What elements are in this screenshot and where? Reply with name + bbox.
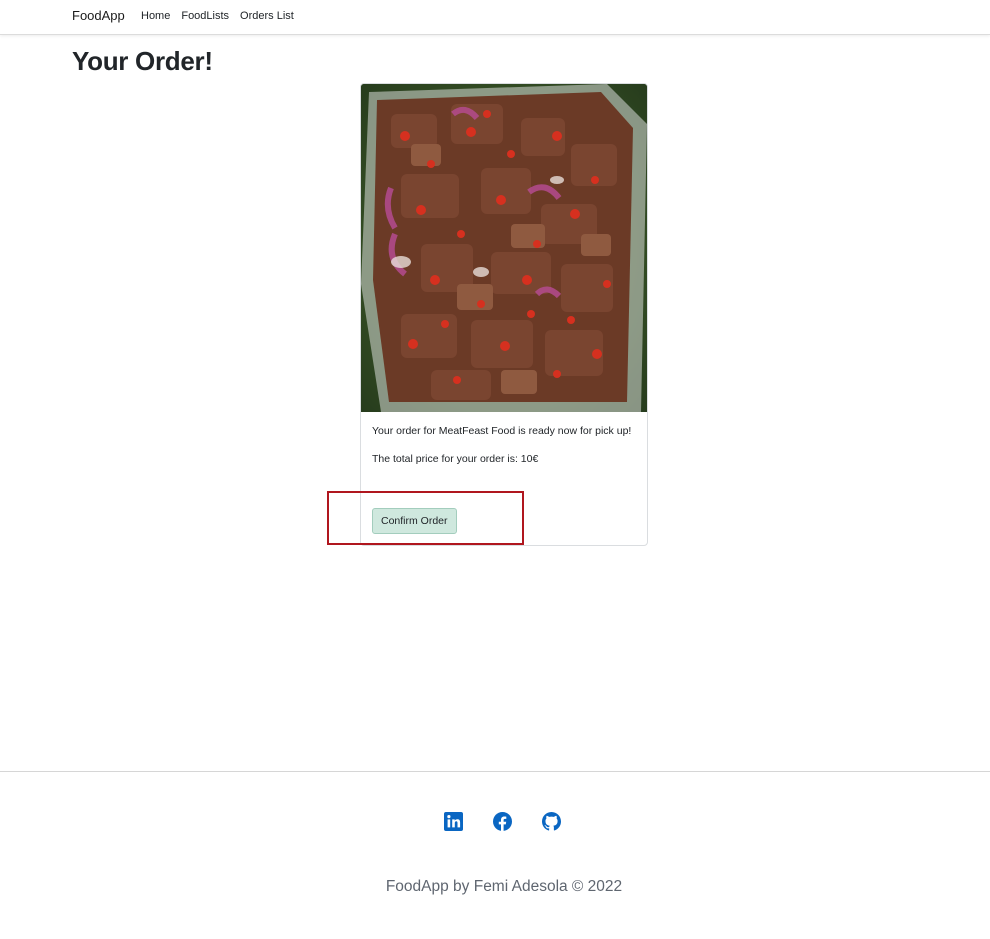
page-title: Your Order! (72, 46, 213, 76)
confirm-order-button[interactable]: Confirm Order (372, 508, 457, 534)
order-total-price: The total price for your order is: 10€ (372, 452, 539, 465)
order-ready-message: Your order for MeatFeast Food is ready n… (372, 425, 632, 437)
social-links (444, 812, 561, 831)
github-icon[interactable] (542, 812, 561, 831)
food-image (361, 84, 647, 412)
meat-photo-icon (361, 84, 647, 412)
nav-orders-list-link[interactable]: Orders List (240, 10, 294, 22)
nav-foodlists-link[interactable]: FoodLists (181, 10, 229, 22)
order-card: Your order for MeatFeast Food is ready n… (360, 83, 648, 546)
nav-home-link[interactable]: Home (141, 10, 170, 22)
linkedin-icon[interactable] (444, 812, 463, 831)
footer-copyright: FoodApp by Femi Adesola © 2022 (385, 878, 623, 895)
order-card-body: Your order for MeatFeast Food is ready n… (372, 424, 636, 467)
footer: FoodApp by Femi Adesola © 2022 (0, 771, 990, 939)
top-navbar: FoodApp Home FoodLists Orders List (0, 0, 990, 35)
facebook-icon[interactable] (493, 812, 512, 831)
brand-link[interactable]: FoodApp (72, 8, 125, 23)
nav-links: Home FoodLists Orders List (141, 10, 305, 22)
